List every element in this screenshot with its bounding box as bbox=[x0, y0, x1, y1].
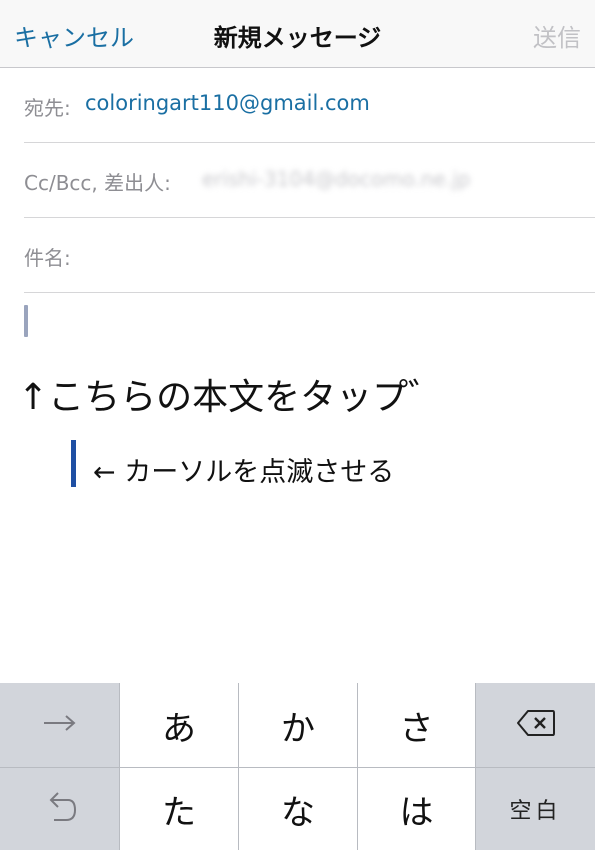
delete-key[interactable] bbox=[476, 683, 595, 768]
ccbcc-label: Cc/Bcc, 差出人: bbox=[24, 171, 171, 195]
kana-key-na[interactable]: な bbox=[239, 768, 358, 850]
delete-backspace-icon bbox=[516, 709, 556, 741]
kana-key-sa[interactable]: さ bbox=[358, 683, 476, 768]
to-label: 宛先: bbox=[24, 96, 71, 120]
kana-key-ka[interactable]: か bbox=[239, 683, 358, 768]
cursor-illustration bbox=[71, 440, 76, 487]
undo-key[interactable] bbox=[0, 768, 120, 850]
subject-field-row[interactable]: 件名: bbox=[0, 218, 595, 293]
space-key[interactable]: 空白 bbox=[476, 768, 595, 850]
blink-cursor-annotation: ← カーソルを点滅させる bbox=[93, 457, 395, 488]
subject-label: 件名: bbox=[24, 246, 71, 270]
next-key[interactable] bbox=[0, 683, 120, 768]
kana-key-ta[interactable]: た bbox=[120, 768, 239, 850]
page-title: 新規メッセージ bbox=[213, 24, 382, 52]
text-cursor bbox=[24, 305, 28, 337]
tap-body-annotation: ↑こちらの本文をタップ゛ bbox=[18, 377, 445, 418]
to-field[interactable]: coloringart110@gmail.com bbox=[85, 91, 370, 115]
navigation-bar: キャンセル 新規メッセージ 送信 bbox=[0, 0, 595, 68]
undo-icon bbox=[42, 790, 78, 828]
kana-key-a[interactable]: あ bbox=[120, 683, 239, 768]
japanese-keyboard: あ か さ た な は 空白 bbox=[0, 683, 595, 850]
ccbcc-field-row[interactable]: Cc/Bcc, 差出人: erishi-3104@docomo.ne.jp bbox=[0, 143, 595, 218]
send-button[interactable]: 送信 bbox=[533, 18, 581, 53]
from-address-field[interactable]: erishi-3104@docomo.ne.jp bbox=[202, 167, 470, 191]
arrow-right-icon bbox=[42, 713, 78, 737]
kana-key-ha[interactable]: は bbox=[358, 768, 476, 850]
to-field-row[interactable]: 宛先: coloringart110@gmail.com bbox=[0, 68, 595, 143]
